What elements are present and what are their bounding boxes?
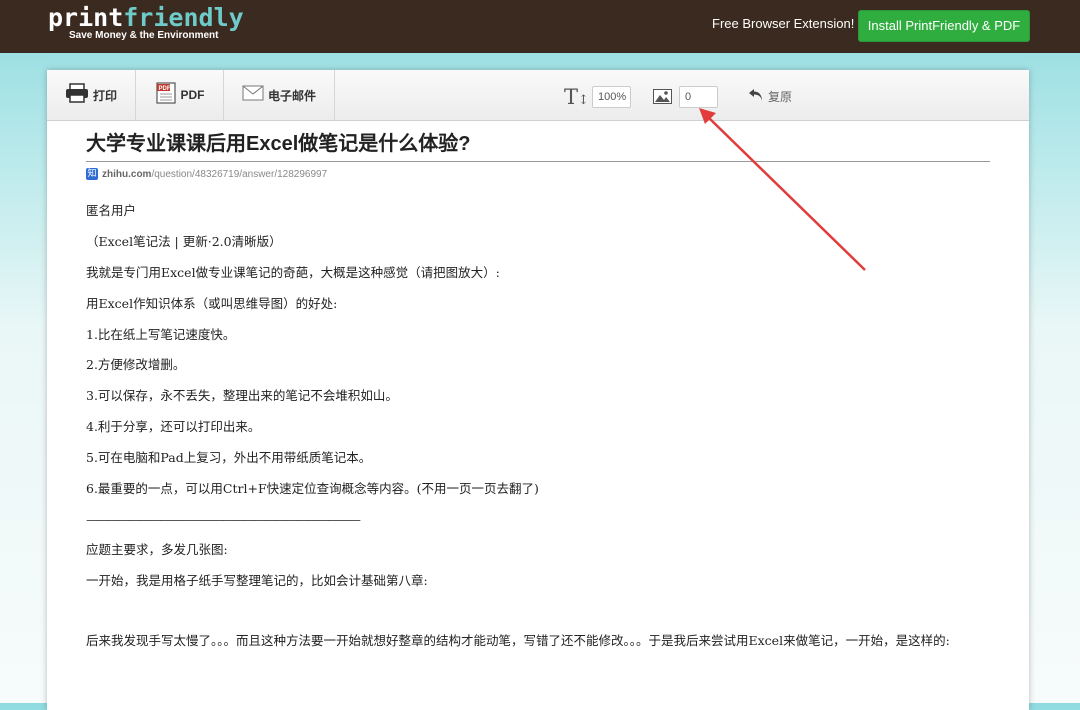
- paragraph: 后来我发现手写太慢了。。。而且这种方法要一开始就想好整章的结构才能动笔，写错了还…: [86, 633, 950, 648]
- paragraph: 用Excel作知识体系（或叫思维导图）的好处:: [86, 296, 338, 311]
- print-toolbar: 打印 PDF PDF 电子邮件 T↕ 100% 0 复原: [47, 70, 1029, 121]
- paragraph: 4.利于分享，还可以打印出来。: [86, 419, 261, 434]
- paragraph: （Excel笔记法 | 更新·2.0清晰版）: [86, 234, 282, 249]
- print-button[interactable]: 打印: [47, 70, 136, 120]
- svg-text:PDF: PDF: [158, 86, 170, 92]
- printfriendly-logo[interactable]: printfriendly Save Money & the Environme…: [48, 3, 244, 42]
- top-banner: printfriendly Save Money & the Environme…: [0, 0, 1080, 53]
- print-label: 打印: [92, 88, 117, 103]
- source-link[interactable]: 知 zhihu.com/question/48326719/answer/128…: [86, 168, 327, 180]
- email-button[interactable]: 电子邮件: [224, 70, 335, 120]
- email-label: 电子邮件: [267, 88, 316, 103]
- document-card: 打印 PDF PDF 电子邮件 T↕ 100% 0 复原 大学专业课课后用Exc…: [47, 70, 1029, 710]
- install-extension-button[interactable]: Install PrintFriendly & PDF: [858, 10, 1030, 42]
- paragraph: 3.可以保存，永不丢失，整理出来的笔记不会堆积如山。: [86, 388, 398, 403]
- image-size-field[interactable]: 0: [679, 86, 718, 108]
- paragraph: 2.方便修改增删。: [86, 357, 186, 372]
- divider-line: ——————————————————————————: [86, 512, 361, 527]
- paragraph: 我就是专门用Excel做专业课笔记的奇葩，大概是这种感觉（请把图放大）:: [86, 265, 500, 280]
- pdf-label: PDF: [180, 88, 205, 102]
- undo-label: 复原: [768, 90, 793, 104]
- logo-print-text: print: [48, 3, 124, 32]
- article-title: 大学专业课课后用Excel做笔记是什么体验?: [86, 130, 990, 162]
- image-icon[interactable]: [653, 89, 672, 108]
- paragraph: 一开始，我是用格子纸手写整理笔记的，比如会计基础第八章:: [86, 573, 428, 588]
- envelope-icon: [242, 85, 264, 105]
- pdf-icon: PDF: [155, 82, 177, 108]
- zhihu-icon: 知: [86, 168, 98, 180]
- printer-icon: [65, 83, 89, 107]
- paragraph: 6.最重要的一点，可以用Ctrl+F快速定位查询概念等内容。(不用一页一页去翻了…: [86, 481, 539, 496]
- paragraph: 应题主要求，多发几张图:: [86, 542, 228, 557]
- text-size-field[interactable]: 100%: [592, 86, 631, 108]
- paragraph: 匿名用户: [86, 203, 137, 218]
- text-size-icon[interactable]: T↕: [564, 85, 589, 109]
- extension-promo-text: Free Browser Extension!: [712, 16, 855, 31]
- logo-friendly-text: friendly: [123, 3, 244, 32]
- source-domain: zhihu.com: [102, 168, 152, 180]
- logo-tagline: Save Money & the Environment: [69, 30, 219, 41]
- paragraph: 5.可在电脑和Pad上复习，外出不用带纸质笔记本。: [86, 450, 372, 465]
- undo-icon: [748, 87, 764, 106]
- pdf-button[interactable]: PDF PDF: [136, 70, 224, 120]
- undo-button[interactable]: 复原: [748, 87, 792, 106]
- source-path: /question/48326719/answer/128296997: [151, 168, 328, 180]
- paragraph: 1.比在纸上写笔记速度快。: [86, 327, 236, 342]
